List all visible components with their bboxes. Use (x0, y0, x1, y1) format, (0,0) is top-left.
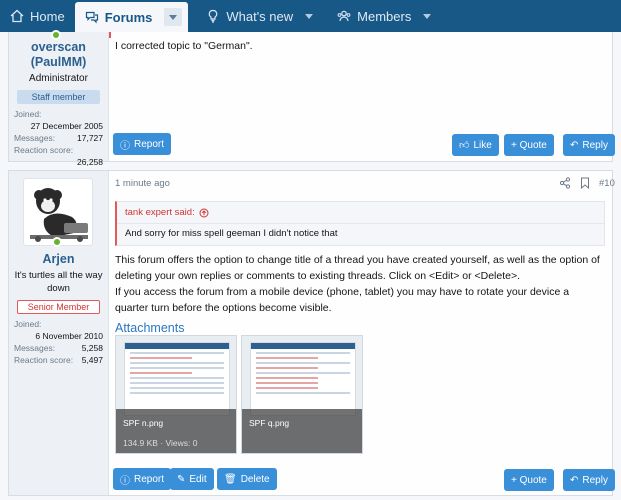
delete-label: Delete (240, 473, 270, 485)
joined-value: 6 November 2010 (35, 331, 103, 341)
arrow-up-circle-icon[interactable] (199, 208, 209, 218)
like-label: Like (473, 139, 492, 151)
quote-text: And sorry for miss spell geeman I didn't… (117, 223, 604, 245)
attachment-caption: SPF q.png (242, 409, 362, 453)
share-icon[interactable] (559, 177, 571, 189)
chat-icon (85, 11, 98, 24)
reply-icon: ↶ (570, 139, 579, 151)
user-panel: Arjen It's turtles all the way down Seni… (9, 171, 109, 495)
report-button[interactable]: ⓘ Report (113, 133, 172, 155)
avatar[interactable] (23, 178, 93, 246)
quote-button[interactable]: + Quote (504, 134, 554, 156)
reply-label: Reply (582, 474, 608, 486)
reaction-value: 5,497 (81, 355, 103, 365)
quote-block: tank expert said: And sorry for miss spe… (115, 201, 605, 246)
nav-forums[interactable]: Forums (74, 2, 189, 32)
username[interactable]: Arjen (14, 252, 103, 267)
attachment-meta: 134.9 KB · Views: 0 (123, 438, 198, 448)
chevron-down-icon[interactable] (423, 13, 432, 19)
top-nav: Home Forums What's new Members (0, 0, 621, 32)
attachment-thumbnail[interactable]: SPF q.png (241, 335, 363, 454)
attachments-title: Attachments (115, 321, 185, 335)
attachment-name: SPF n.png (123, 418, 164, 428)
quote-edge (109, 32, 111, 38)
home-icon (10, 9, 24, 23)
post-content: tank expert said: And sorry for miss spe… (115, 197, 605, 335)
edit-button[interactable]: ✎ Edit (170, 468, 214, 490)
reaction-label: Reaction score: (14, 355, 74, 365)
messages-value: 5,258 (81, 343, 103, 353)
thumbs-up-icon: 👍︎ (459, 140, 470, 151)
joined-label: Joined: (14, 109, 42, 119)
messages-label: Messages: (14, 343, 56, 353)
pencil-icon: ✎ (177, 473, 186, 485)
reply-label: Reply (582, 139, 608, 151)
quote-header[interactable]: tank expert said: (117, 202, 604, 223)
users-icon (337, 10, 351, 22)
messages-value: 17,727 (77, 133, 103, 143)
reaction-value: 26,258 (77, 157, 103, 167)
delete-button[interactable]: 🗑︎ Delete (217, 468, 277, 490)
messages-label: Messages: (14, 133, 56, 143)
like-button[interactable]: 👍︎ Like (452, 134, 499, 156)
nav-members-label: Members (357, 8, 412, 24)
reply-icon: ↶ (570, 474, 579, 486)
post-main: 1 minute ago #10 tank expert said: And s… (109, 171, 615, 495)
online-indicator (51, 30, 61, 40)
edit-label: Edit (189, 473, 207, 485)
post-body-paragraph: This forum offers the option to change t… (115, 254, 600, 282)
attachment-caption: SPF n.png 134.9 KB · Views: 0 (116, 409, 236, 453)
report-label: Report (134, 138, 165, 150)
nav-forums-label: Forums (104, 9, 153, 25)
screenshot-preview-image (124, 342, 230, 416)
post-body-paragraph-2: If you access the forum from a mobile de… (115, 286, 570, 314)
reaction-row: Reaction score: 5,497 (14, 354, 103, 366)
post-main: I corrected topic to "German". ⓘ Report 👍… (109, 32, 615, 161)
senior-member-badge: Senior Member (17, 300, 100, 314)
post-body: I corrected topic to "German". (115, 40, 253, 52)
messages-row: Messages: 5,258 (14, 342, 103, 354)
report-button[interactable]: ⓘ Report (113, 468, 172, 490)
reply-button[interactable]: ↶ Reply (563, 134, 615, 156)
bookmark-icon[interactable] (580, 177, 590, 189)
attachment-name: SPF q.png (249, 418, 290, 428)
quote-author: tank expert said: (125, 207, 195, 218)
online-indicator (52, 237, 62, 247)
staff-badge: Staff member (17, 90, 100, 104)
report-icon: ⓘ (120, 475, 130, 487)
attachment-thumbnail[interactable]: SPF n.png 134.9 KB · Views: 0 (115, 335, 237, 454)
nav-whats-new-label: What's new (226, 8, 294, 24)
report-icon: ⓘ (120, 140, 130, 152)
quote-label: + Quote (511, 139, 547, 151)
username[interactable]: overscan (PaulMM) (14, 40, 103, 70)
user-panel: overscan (PaulMM) Administrator Staff me… (9, 30, 109, 167)
reaction-label: Reaction score: (14, 145, 74, 155)
post-overscan: overscan (PaulMM) Administrator Staff me… (8, 30, 615, 167)
post-time[interactable]: 1 minute ago (115, 178, 170, 189)
post-arjen: Arjen It's turtles all the way down Seni… (8, 170, 615, 496)
quote-label: + Quote (511, 474, 547, 486)
nav-home-label: Home (30, 8, 65, 24)
nav-whats-new[interactable]: What's new (196, 0, 323, 32)
reply-button[interactable]: ↶ Reply (563, 469, 615, 491)
lightbulb-icon (209, 9, 218, 23)
nav-members[interactable]: Members (327, 0, 441, 32)
screenshot-preview-image (250, 342, 356, 416)
messages-row: Messages: 17,727 (14, 132, 103, 144)
post-number[interactable]: #10 (599, 178, 615, 189)
joined-label: Joined: (14, 319, 42, 329)
report-label: Report (134, 473, 165, 485)
chevron-down-icon[interactable] (305, 13, 314, 19)
joined-value: 27 December 2005 (30, 121, 103, 131)
nav-home[interactable]: Home (0, 0, 75, 32)
trash-icon: 🗑︎ (224, 473, 237, 485)
forums-dropdown-toggle[interactable] (164, 8, 183, 26)
user-title: Administrator (29, 73, 88, 84)
quote-button[interactable]: + Quote (504, 469, 554, 491)
user-title: It's turtles all the way down (14, 270, 103, 294)
